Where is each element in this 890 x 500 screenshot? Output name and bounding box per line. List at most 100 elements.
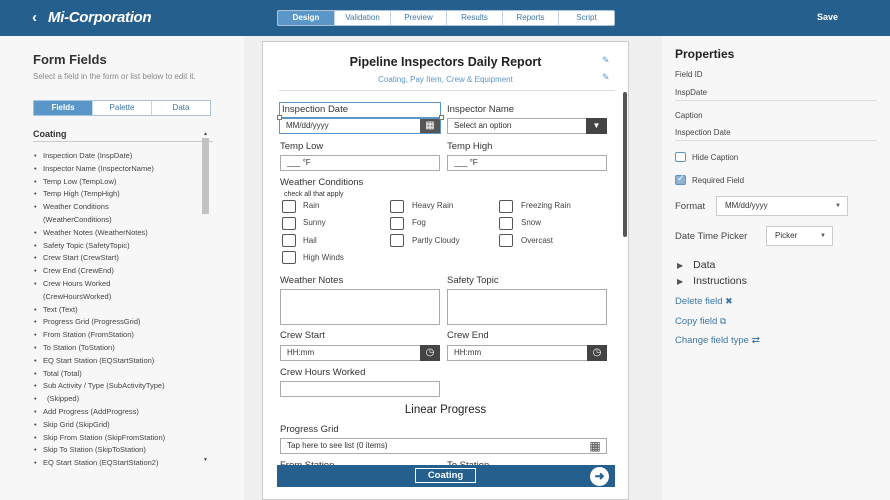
tab-preview[interactable]: Preview: [390, 11, 446, 25]
form-subtitle[interactable]: Coating, Pay Item, Crew & Equipment: [263, 75, 628, 84]
inspector-name-label: Inspector Name: [447, 104, 515, 115]
instructions-section-toggle[interactable]: ▶ Instructions: [677, 275, 747, 287]
calendar-icon[interactable]: ▦: [420, 119, 440, 133]
checkbox-partly-cloudy[interactable]: [390, 234, 404, 247]
crew-start-input[interactable]: HH:mm: [280, 345, 440, 361]
field-list-item[interactable]: EQ Start Station (EQStartStation): [33, 355, 203, 368]
form-title[interactable]: Pipeline Inspectors Daily Report: [263, 55, 628, 69]
inspector-name-select[interactable]: Select an option: [447, 118, 607, 134]
page-selector-button[interactable]: Coating: [415, 468, 476, 483]
field-list-item[interactable]: Skip Grid (SkipGrid): [33, 419, 203, 432]
top-bar: ‹ Mi-Corporation Design Validation Previ…: [0, 0, 890, 36]
field-list-item[interactable]: Text (Text): [33, 304, 203, 317]
tab-palette[interactable]: Palette: [92, 101, 151, 115]
canvas-scrollbar[interactable]: [623, 92, 627, 237]
checkbox-hail[interactable]: [282, 234, 296, 247]
progress-grid-input[interactable]: Tap here to see list (0 items): [280, 438, 607, 454]
checkbox-heavy-rain[interactable]: [390, 200, 404, 213]
category-heading: Coating: [33, 129, 67, 139]
field-list-item[interactable]: (CrewHoursWorked): [33, 291, 203, 304]
tab-fields[interactable]: Fields: [34, 101, 92, 115]
weather-notes-input[interactable]: [280, 289, 440, 325]
date-time-picker-select[interactable]: Picker ▼: [766, 226, 833, 246]
scroll-up-icon[interactable]: ▲: [203, 131, 208, 137]
field-list-item[interactable]: Safety Topic (SafetyTopic): [33, 240, 203, 253]
properties-title: Properties: [675, 47, 735, 61]
inspection-date-label[interactable]: Inspection Date: [279, 102, 441, 118]
checkbox-snow[interactable]: [499, 217, 513, 230]
temp-high-input[interactable]: ___ °F: [447, 155, 607, 171]
back-icon[interactable]: ‹: [32, 9, 37, 26]
field-list-item[interactable]: (Skipped): [33, 393, 203, 406]
field-list-item[interactable]: Add Progress (AddProgress): [33, 406, 203, 419]
checkbox-fog[interactable]: [390, 217, 404, 230]
field-list-item[interactable]: Weather Notes (WeatherNotes): [33, 227, 203, 240]
tab-script[interactable]: Script: [558, 11, 614, 25]
tab-validation[interactable]: Validation: [334, 11, 390, 25]
required-field-checkbox[interactable]: [675, 173, 686, 185]
field-list-item[interactable]: Total (Total): [33, 368, 203, 381]
section-heading: Linear Progress: [404, 404, 487, 416]
data-section-toggle[interactable]: ▶ Data: [677, 259, 715, 271]
field-list-item[interactable]: Inspector Name (InspectorName): [33, 163, 203, 176]
safety-topic-input[interactable]: [447, 289, 607, 325]
field-list-item[interactable]: From Station (FromStation): [33, 329, 203, 342]
swap-icon: ⇄: [751, 335, 760, 346]
field-list-item[interactable]: Crew Hours Worked: [33, 278, 203, 291]
tab-design[interactable]: Design: [278, 11, 334, 25]
field-list-item[interactable]: Skip To Station (SkipToStation): [33, 444, 203, 457]
hide-caption-checkbox[interactable]: [675, 152, 686, 162]
field-list-item[interactable]: EQ Start Station (EQStartStation2): [33, 457, 203, 470]
arrow-right-circle-icon[interactable]: ➜: [590, 467, 609, 486]
field-list-item[interactable]: Inspection Date (InspDate): [33, 150, 203, 163]
field-list-item[interactable]: Sub Activity / Type (SubActivityType): [33, 380, 203, 393]
tab-reports[interactable]: Reports: [502, 11, 558, 25]
checkbox-rain[interactable]: [282, 200, 296, 213]
checkbox-label: High Winds: [303, 253, 344, 262]
checkbox-high-winds[interactable]: [282, 251, 296, 264]
field-list-item[interactable]: Weather Conditions: [33, 201, 203, 214]
scroll-down-icon[interactable]: ▼: [203, 457, 208, 463]
tab-data[interactable]: Data: [151, 101, 210, 115]
save-button[interactable]: Save: [817, 12, 838, 22]
change-field-type-link[interactable]: Change field type ⇄: [675, 335, 760, 346]
checkbox-label: Fog: [412, 218, 426, 227]
crew-end-input[interactable]: HH:mm: [447, 345, 607, 361]
format-select[interactable]: MM/dd/yyyy ▼: [716, 196, 848, 216]
caption-value[interactable]: Inspection Date: [675, 128, 731, 137]
checkbox-sunny[interactable]: [282, 217, 296, 230]
clock-icon[interactable]: ◷: [587, 345, 607, 361]
brand-logo: Mi-Corporation: [48, 9, 152, 26]
weather-conditions-label: Weather Conditions: [280, 177, 364, 188]
inspection-date-field[interactable]: MM/dd/yyyy: [279, 118, 441, 134]
chevron-down-icon[interactable]: ▼: [586, 118, 607, 134]
field-list-item[interactable]: Progress Grid (ProgressGrid): [33, 316, 203, 329]
checkbox-freezing-rain[interactable]: [499, 200, 513, 213]
field-id-value[interactable]: InspDate: [675, 88, 707, 97]
tab-results[interactable]: Results: [446, 11, 502, 25]
field-list-item[interactable]: Temp High (TempHigh): [33, 188, 203, 201]
resize-handle[interactable]: [439, 115, 444, 120]
field-list-item[interactable]: Crew End (CrewEnd): [33, 265, 203, 278]
edit-title-pencil-icon[interactable]: ✎: [602, 55, 610, 66]
properties-panel: Properties Field ID InspDate Caption Ins…: [662, 36, 890, 500]
divider: [33, 141, 213, 142]
form-fields-panel: Form Fields Select a field in the form o…: [0, 36, 244, 500]
resize-handle[interactable]: [277, 115, 282, 120]
edit-subtitle-pencil-icon[interactable]: ✎: [602, 72, 610, 83]
delete-field-link[interactable]: Delete field ✖: [675, 296, 733, 307]
field-list-item[interactable]: Temp Low (TempLow): [33, 176, 203, 189]
copy-field-link[interactable]: Copy field ⧉: [675, 316, 726, 327]
grid-icon[interactable]: ▦: [584, 439, 606, 453]
checkbox-overcast[interactable]: [499, 234, 513, 247]
field-list-item[interactable]: Crew Start (CrewStart): [33, 252, 203, 265]
clock-icon[interactable]: ◷: [420, 345, 440, 361]
crew-hours-input[interactable]: [280, 381, 440, 397]
temp-low-input[interactable]: ___ °F: [280, 155, 440, 171]
checkbox-label: Partly Cloudy: [412, 236, 460, 245]
field-list-item[interactable]: (WeatherConditions): [33, 214, 203, 227]
scrollbar-thumb[interactable]: [202, 138, 209, 214]
checkbox-label: Heavy Rain: [412, 201, 454, 210]
field-list-item[interactable]: To Station (ToStation): [33, 342, 203, 355]
field-list-item[interactable]: Skip From Station (SkipFromStation): [33, 432, 203, 445]
